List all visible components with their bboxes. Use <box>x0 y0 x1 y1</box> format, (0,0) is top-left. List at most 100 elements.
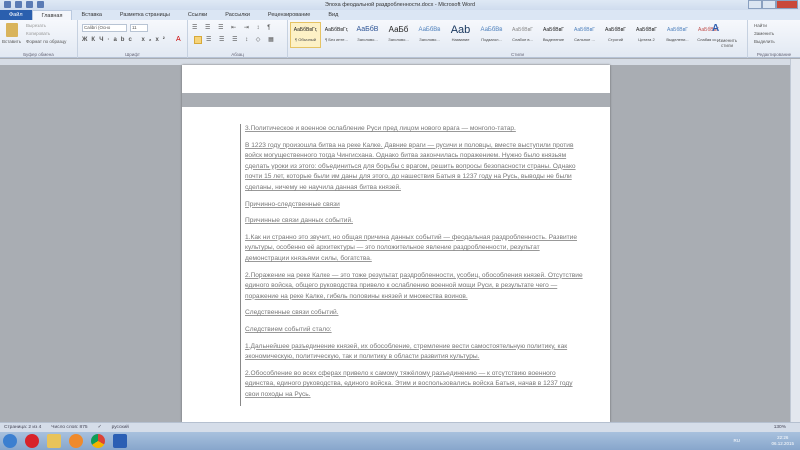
style-name: Заголово... <box>419 37 440 42</box>
style-name: Выделени... <box>666 37 689 42</box>
paragraph: Следствием событий стало: <box>245 325 332 333</box>
document-body[interactable]: 3.Политическое и военное ослабление Руси… <box>240 124 585 407</box>
group-label: Редактирование <box>756 52 792 57</box>
style-name: Заголово... <box>357 37 378 42</box>
style-item[interactable]: АаБбВвГ Строгий <box>600 22 631 48</box>
style-item[interactable]: АаБбВвГ Сильное ... <box>569 22 600 48</box>
window-title: Элоха феодальной раздробленности.docx - … <box>324 2 476 8</box>
word-count[interactable]: Число слов: 875 <box>51 423 87 432</box>
font-group: Calibri (Осно 11 ЖКЧ·abc x₂x² A Шрифт <box>78 20 188 58</box>
paragraph: 1.Как ни странно это звучит, но общая пр… <box>245 233 578 262</box>
style-item[interactable]: АаБб Заголово... <box>383 22 414 48</box>
style-item[interactable]: АаБбВвГ Цитата 2 <box>631 22 662 48</box>
tab-references[interactable]: Ссылки <box>179 10 216 20</box>
paragraph: Причинные связи данных событий. <box>245 217 354 225</box>
style-preview: АаБбВвГ <box>511 27 533 33</box>
style-item[interactable]: АаБбВв Заголово... <box>414 22 445 48</box>
minimize-button[interactable] <box>748 0 762 9</box>
cut-button[interactable]: Вырезать <box>26 23 46 28</box>
paragraph: Следственные связи событий. <box>245 309 339 317</box>
tab-review[interactable]: Рецензирование <box>259 10 319 20</box>
date: 06.12.2015 <box>771 441 794 446</box>
close-button[interactable] <box>776 0 798 9</box>
paragraph: 3.Политическое и военное ослабление Руси… <box>245 125 516 132</box>
select-button[interactable]: Выделить <box>754 39 775 44</box>
paragraph: 2.Поражение на реке Калке — это тоже рез… <box>245 271 583 300</box>
clipboard-group: Вставить Вырезать Копировать Формат по о… <box>0 20 78 58</box>
page-count[interactable]: Страница: 2 из 4 <box>4 423 41 432</box>
format-painter-button[interactable]: Формат по образцу <box>26 39 66 44</box>
style-item[interactable]: АаБбВ Заголово... <box>352 22 383 48</box>
tab-file[interactable]: Файл <box>0 10 32 20</box>
paste-button[interactable]: Вставить <box>2 39 21 44</box>
style-name: ¶ Без инте... <box>325 37 348 42</box>
style-name: Подзагол... <box>481 37 502 42</box>
start-button[interactable] <box>3 434 17 448</box>
style-item[interactable]: АаБбВвГ Слабое в... <box>507 22 538 48</box>
vertical-scrollbar[interactable] <box>790 59 800 422</box>
style-preview: АаБб <box>388 25 409 34</box>
proofing-icon[interactable]: ✓ <box>98 423 102 432</box>
style-name: Строгий <box>607 37 624 42</box>
paragraph: В 1223 году произошла битва на реке Калк… <box>245 141 576 191</box>
tab-page-layout[interactable]: Разметка страницы <box>111 10 179 20</box>
align-buttons[interactable]: ☰ ☰ ☰ ↕ ◇ ▦ <box>206 36 277 43</box>
ribbon-tabs: Файл Главная Вставка Разметка страницы С… <box>0 10 800 20</box>
style-name: Цитата 2 <box>638 37 655 42</box>
style-gallery: АаБбВвГг, ¶ Обычный АаБбВвГг, ¶ Без инте...… <box>290 22 724 48</box>
tab-home[interactable]: Главная <box>31 10 73 20</box>
style-preview: АаБбВвГ <box>666 27 688 33</box>
style-name: Слабое в... <box>512 37 533 42</box>
taskbar: RU 22:26 06.12.2015 <box>0 432 800 450</box>
replace-button[interactable]: Заменить <box>754 31 774 36</box>
style-preview: АаБбВвГ <box>542 27 564 33</box>
paragraph: Причинно-следственные связи <box>245 200 340 208</box>
maximize-button[interactable] <box>762 0 776 9</box>
list-buttons[interactable]: ☰ ☰ ☰ ⇤ ⇥ ↕ ¶ <box>192 24 273 31</box>
style-preview: АаБбВв <box>418 27 441 33</box>
paragraph-group: ☰ ☰ ☰ ⇤ ⇥ ↕ ¶ ☰ ☰ ☰ ↕ ◇ ▦ Абзац <box>188 20 288 58</box>
ribbon: Вставить Вырезать Копировать Формат по о… <box>0 20 800 58</box>
style-item[interactable]: АаБбВвГ Выделение <box>538 22 569 48</box>
style-item[interactable]: Aab Название <box>445 22 476 48</box>
group-label: Шрифт <box>125 52 140 57</box>
word-taskbar-icon[interactable] <box>113 434 127 448</box>
font-name-select[interactable]: Calibri (Осно <box>82 24 127 32</box>
copy-button[interactable]: Копировать <box>26 31 50 36</box>
group-label: Стили <box>511 52 524 57</box>
align-left-button[interactable] <box>194 36 202 44</box>
change-styles-icon[interactable]: A <box>712 23 719 34</box>
opera-icon[interactable] <box>25 434 39 448</box>
style-item[interactable]: АаБбВвГг, ¶ Без инте... <box>321 22 352 48</box>
chrome-icon[interactable] <box>91 434 105 448</box>
font-size-select[interactable]: 11 <box>130 24 148 32</box>
style-preview: АаБбВ <box>356 26 379 33</box>
explorer-icon[interactable] <box>47 434 61 448</box>
title-bar: Элоха феодальной раздробленности.docx - … <box>0 0 800 10</box>
tab-view[interactable]: Вид <box>319 10 347 20</box>
change-styles-button[interactable]: Изменить стили <box>712 38 742 48</box>
tab-insert[interactable]: Вставка <box>72 10 110 20</box>
status-bar: Страница: 2 из 4 Число слов: 875 ✓ русск… <box>0 422 800 432</box>
language[interactable]: русский <box>112 423 129 432</box>
group-label: Буфер обмена <box>23 52 54 57</box>
style-preview: АаБбВвГг, <box>293 27 318 33</box>
media-player-icon[interactable] <box>69 434 83 448</box>
find-button[interactable]: Найти <box>754 23 767 28</box>
font-color-icon[interactable]: A <box>176 36 181 43</box>
clock[interactable]: 22:26 06.12.2015 <box>771 435 794 447</box>
zoom-level[interactable]: 130% <box>774 423 786 432</box>
style-preview: АаБбВвГ <box>573 27 595 33</box>
style-preview: АаБбВвГг, <box>324 27 349 33</box>
style-preview: АаБбВвГ <box>635 27 657 33</box>
group-label: Абзац <box>231 52 244 57</box>
style-item[interactable]: АаБбВвГг, ¶ Обычный <box>290 22 321 48</box>
tab-mailings[interactable]: Рассылки <box>216 10 259 20</box>
style-item[interactable]: АаБбВв Подзагол... <box>476 22 507 48</box>
language-indicator[interactable]: RU <box>734 438 741 443</box>
style-name: Название <box>451 37 470 42</box>
style-name: Выделение <box>542 37 565 42</box>
style-item[interactable]: АаБбВвГ Выделени... <box>662 22 693 48</box>
font-format-buttons[interactable]: ЖКЧ·abc x₂x² <box>82 37 169 43</box>
style-name: Сильное ... <box>574 37 595 42</box>
